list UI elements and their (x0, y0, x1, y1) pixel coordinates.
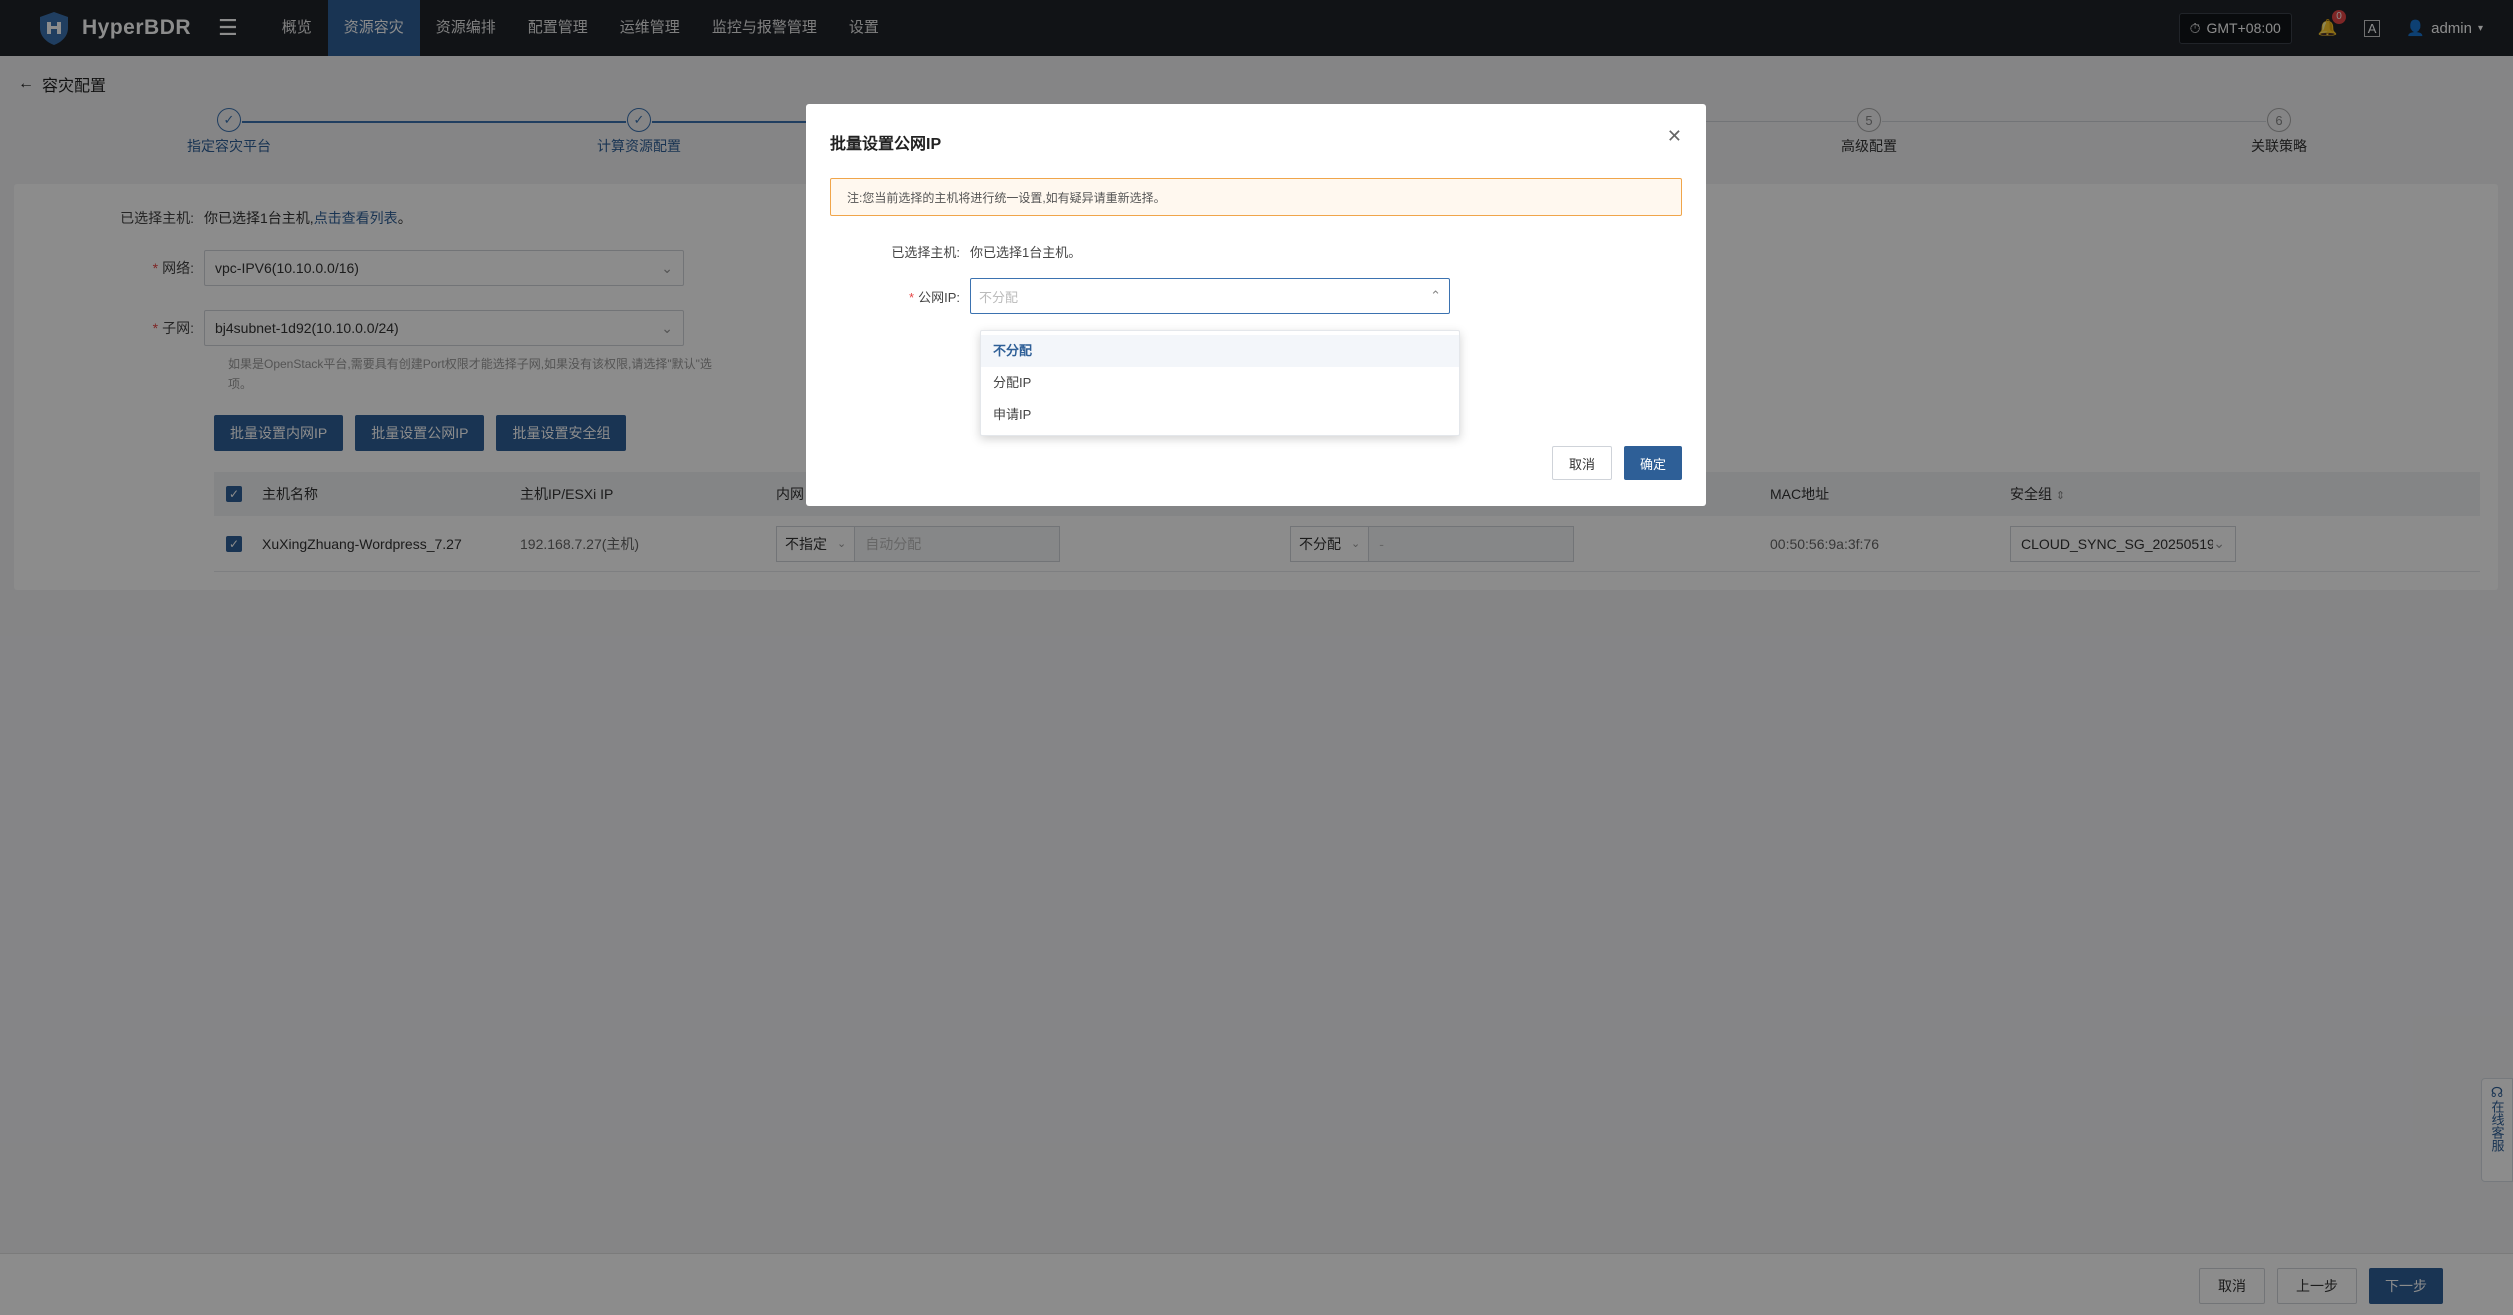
close-icon[interactable]: ✕ (1667, 126, 1682, 147)
modal-cancel-button[interactable]: 取消 (1551, 446, 1612, 480)
modal-selected-hosts-label: 已选择主机: (891, 245, 960, 260)
warning-notice: 注:您当前选择的主机将进行统一设置,如有疑异请重新选择。 (830, 178, 1682, 216)
modal-actions: 取消 确定 (1551, 446, 1682, 480)
modal-confirm-button[interactable]: 确定 (1623, 446, 1682, 480)
public-ip-select[interactable]: 不分配 ⌃ (970, 278, 1450, 314)
bulk-public-ip-modal: 批量设置公网IP ✕ 注:您当前选择的主机将进行统一设置,如有疑异请重新选择。 … (806, 104, 1706, 506)
public-ip-placeholder: 不分配 (979, 289, 1019, 305)
option-apply-ip[interactable]: 申请IP (981, 399, 1459, 431)
option-allocate-ip[interactable]: 分配IP (981, 367, 1459, 399)
modal-selected-hosts-value: 你已选择1台主机。 (970, 245, 1082, 260)
modal-selected-hosts-row: 已选择主机: 你已选择1台主机。 (830, 242, 1081, 261)
modal-public-ip-row: * 公网IP: 不分配 ⌃ (830, 278, 1450, 314)
public-ip-dropdown: 不分配 分配IP 申请IP (980, 330, 1460, 436)
option-no-allocate[interactable]: 不分配 (981, 335, 1459, 367)
modal-public-ip-label: * 公网IP: (909, 289, 960, 305)
modal-title: 批量设置公网IP (830, 136, 942, 153)
chevron-up-icon: ⌃ (1430, 288, 1441, 303)
